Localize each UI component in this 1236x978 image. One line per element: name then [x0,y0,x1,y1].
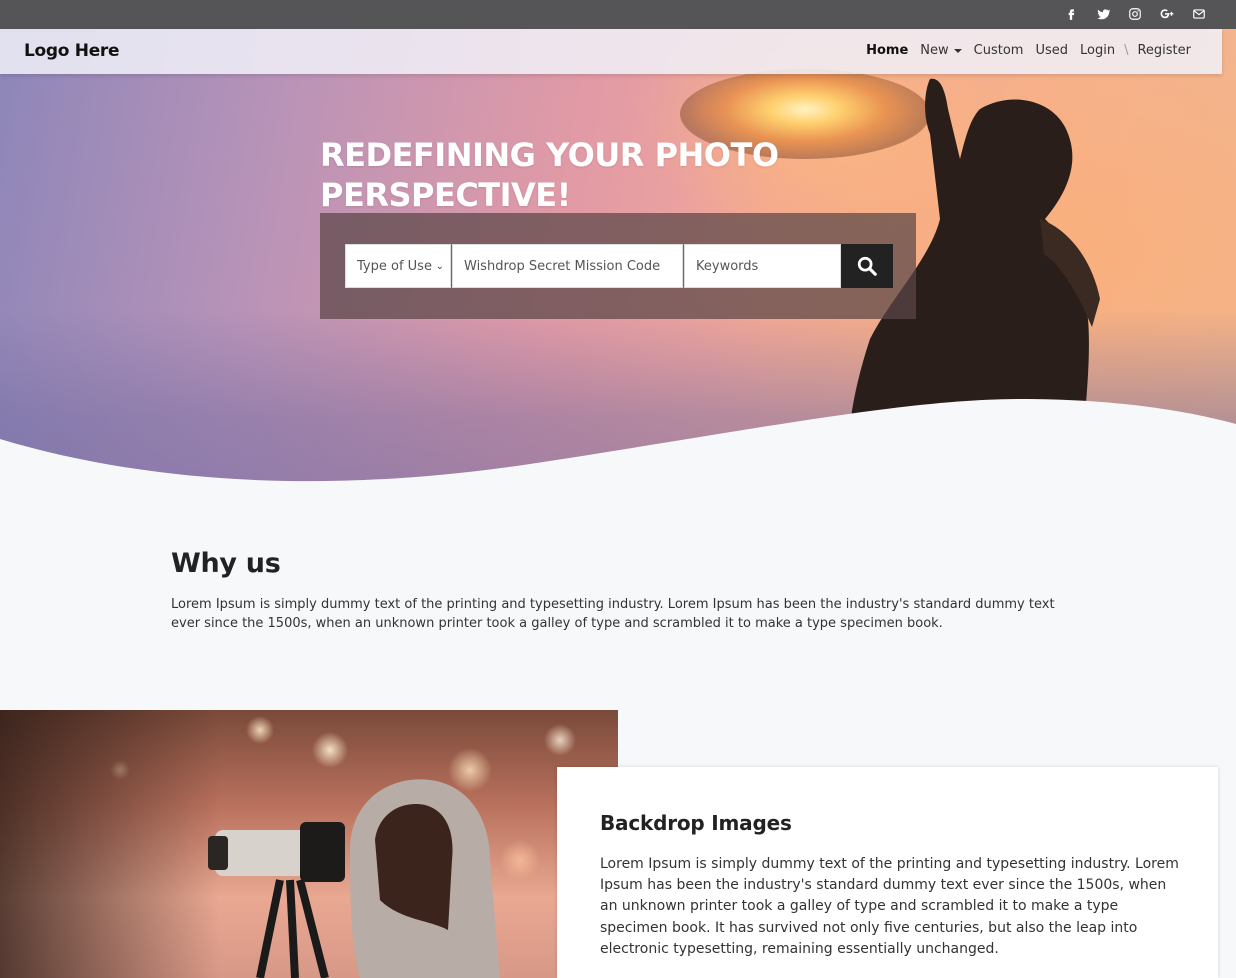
chevron-down-icon: ⌄ [435,260,444,272]
photographer-image [0,710,618,978]
mission-code-placeholder: Wishdrop Secret Mission Code [464,258,661,274]
photo-shade [0,710,220,978]
nav-item-custom[interactable]: Custom [974,43,1024,58]
backdrop-text: Lorem Ipsum is simply dummy text of the … [600,856,1179,957]
twitter-icon[interactable] [1094,6,1112,22]
instagram-icon[interactable] [1126,6,1144,22]
hero-wave-divider [0,399,1236,489]
nav-item-register[interactable]: Register [1137,43,1191,58]
nav-item-new[interactable]: New [920,43,962,58]
type-of-use-select[interactable]: Type of Use ⌄ [345,244,451,288]
search-icon [857,256,877,276]
social-links [1062,6,1208,22]
google-plus-icon[interactable] [1158,6,1176,22]
nav-menu: Home New Custom Used Login \ Register [866,43,1191,58]
hero-headline: REDEFINING YOUR PHOTO PERSPECTIVE! [320,136,779,214]
nav-item-used[interactable]: Used [1035,43,1068,58]
search-button[interactable] [841,244,893,288]
nav-item-login[interactable]: Login [1080,43,1115,58]
nav-item-new-label: New [920,43,949,58]
nav-separator: \ [1124,43,1129,58]
backdrop-card: Backdrop Images Lorem Ipsum is simply du… [557,767,1218,978]
why-us-text: Lorem Ipsum is simply dummy text of the … [171,597,1055,631]
nav-item-home[interactable]: Home [866,43,908,58]
search-panel: Type of Use ⌄ Wishdrop Secret Mission Co… [320,213,916,319]
photographer-silhouette [208,779,500,978]
keywords-placeholder: Keywords [696,258,759,274]
backdrop-title: Backdrop Images [600,811,792,835]
caret-down-icon [953,48,962,53]
social-topbar [0,0,1236,29]
mission-code-input[interactable]: Wishdrop Secret Mission Code [452,244,683,288]
type-of-use-value: Type of Use [357,258,432,274]
logo[interactable]: Logo Here [24,41,120,61]
facebook-icon[interactable] [1062,6,1080,22]
keywords-input[interactable]: Keywords [684,244,841,288]
main-navbar: Logo Here Home New Custom Used Login \ R… [0,29,1222,74]
why-us-title: Why us [171,548,281,579]
envelope-icon[interactable] [1190,6,1208,22]
